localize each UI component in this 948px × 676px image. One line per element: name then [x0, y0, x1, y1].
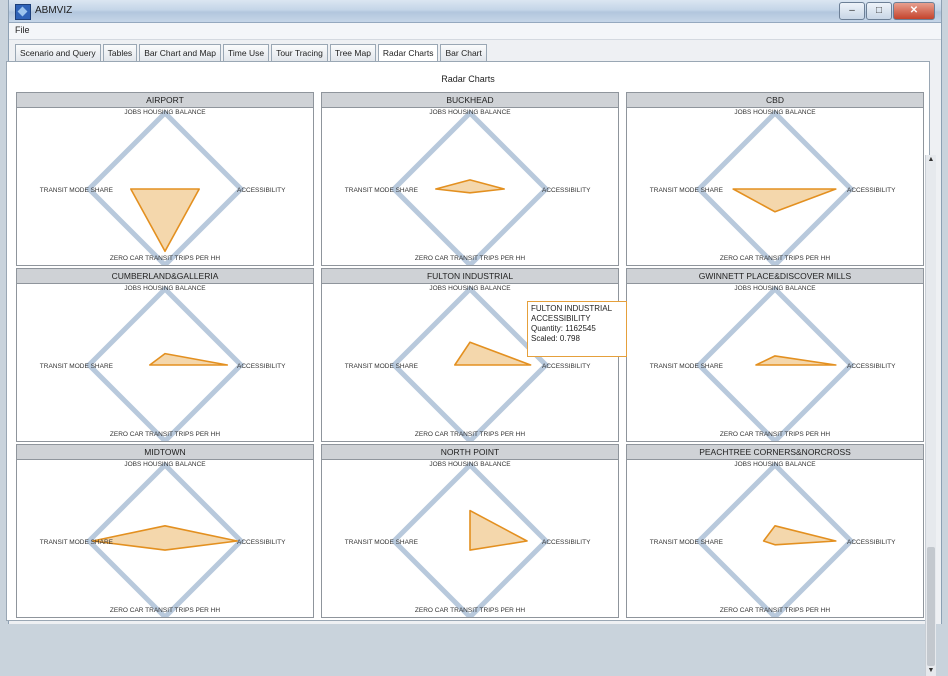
axis-label-jobs-housing-balance: JOBS HOUSING BALANCE — [734, 109, 816, 116]
radar-plot: JOBS HOUSING BALANCE ACCESSIBILITY ZERO CA… — [345, 461, 591, 617]
tab-tree-map[interactable]: Tree Map — [329, 44, 376, 61]
axis-label-zero-car-transit-trips: ZERO CAR TRANSIT TRIPS PER HH — [415, 607, 525, 614]
tooltip-area: FULTON INDUSTRIAL — [531, 304, 613, 313]
radar-data-polygon[interactable] — [92, 525, 238, 551]
axis-label-jobs-housing-balance: JOBS HOUSING BALANCE — [429, 285, 511, 292]
tooltip-scaled: Scaled: 0.798 — [531, 334, 580, 343]
chart-title: NORTH POINT — [322, 445, 618, 460]
axis-label-accessibility: ACCESSIBILITY — [542, 539, 591, 546]
radar-chart-gwinnett-place-discover-mills[interactable]: GWINNETT PLACE&DISCOVER MILLS JOBS HOUSIN… — [626, 268, 924, 442]
chart-title: FULTON INDUSTRIAL — [322, 269, 618, 284]
tab-bar-chart[interactable]: Bar Chart — [440, 44, 487, 61]
axis-label-accessibility: ACCESSIBILITY — [847, 539, 896, 546]
radar-chart-cbd[interactable]: CBD JOBS HOUSING BALANCE ACCESSIBILITY ZERO… — [626, 92, 924, 266]
radar-plot: JOBS HOUSING BALANCE ACCESSIBILITY ZERO CA… — [40, 285, 286, 441]
axis-label-zero-car-transit-trips: ZERO CAR TRANSIT TRIPS PER HH — [415, 431, 525, 438]
close-button[interactable]: ✕ — [893, 2, 935, 20]
axis-label-accessibility: ACCESSIBILITY — [542, 363, 591, 370]
radar-data-polygon[interactable] — [149, 352, 229, 366]
axis-label-zero-car-transit-trips: ZERO CAR TRANSIT TRIPS PER HH — [720, 607, 830, 614]
axis-label-transit-mode-share: TRANSIT MODE SHARE — [40, 539, 114, 546]
chart-title: MIDTOWN — [17, 445, 313, 460]
radar-chart-midtown[interactable]: MIDTOWN JOBS HOUSING BALANCE ACCESSIBILITY… — [16, 444, 314, 618]
radar-chart-airport[interactable]: AIRPORT JOBS HOUSING BALANCE ACCESSIBILITY… — [16, 92, 314, 266]
axis-label-jobs-housing-balance: JOBS HOUSING BALANCE — [124, 285, 206, 292]
app-icon — [15, 4, 31, 20]
page-title: Radar Charts — [441, 74, 495, 84]
window-controls: – □ ✕ — [838, 2, 935, 20]
axis-label-transit-mode-share: TRANSIT MODE SHARE — [650, 363, 724, 370]
radar-chart-north-point[interactable]: NORTH POINT JOBS HOUSING BALANCE ACCESSIBI… — [321, 444, 619, 618]
axis-label-zero-car-transit-trips: ZERO CAR TRANSIT TRIPS PER HH — [110, 255, 220, 262]
axis-label-jobs-housing-balance: JOBS HOUSING BALANCE — [429, 461, 511, 468]
radar-data-polygon[interactable] — [755, 355, 837, 366]
radar-data-polygon[interactable] — [435, 179, 505, 194]
title-bar[interactable]: ABMVIZ – □ ✕ — [9, 0, 941, 23]
tab-tables[interactable]: Tables — [102, 44, 138, 61]
tab-tour-tracing[interactable]: Tour Tracing — [271, 44, 328, 61]
radar-data-polygon[interactable] — [454, 341, 532, 366]
axis-label-zero-car-transit-trips: ZERO CAR TRANSIT TRIPS PER HH — [415, 255, 525, 262]
axis-label-transit-mode-share: TRANSIT MODE SHARE — [345, 187, 419, 194]
axis-label-transit-mode-share: TRANSIT MODE SHARE — [650, 187, 724, 194]
axis-label-jobs-housing-balance: JOBS HOUSING BALANCE — [429, 109, 511, 116]
chart-tooltip: FULTON INDUSTRIAL ACCESSIBILITY Quantity… — [527, 301, 627, 357]
tab-scenario-and-query[interactable]: Scenario and Query — [15, 44, 101, 61]
axis-label-zero-car-transit-trips: ZERO CAR TRANSIT TRIPS PER HH — [720, 431, 830, 438]
axis-label-jobs-housing-balance: JOBS HOUSING BALANCE — [124, 109, 206, 116]
radar-data-polygon[interactable] — [762, 525, 837, 546]
vertical-scrollbar[interactable]: ▲ ▼ — [925, 155, 936, 676]
radar-chart-buckhead[interactable]: BUCKHEAD JOBS HOUSING BALANCE ACCESSIBILIT… — [321, 92, 619, 266]
chart-title: AIRPORT — [17, 93, 313, 108]
radar-plot: JOBS HOUSING BALANCE ACCESSIBILITY ZERO CA… — [650, 461, 896, 617]
tooltip-axis: ACCESSIBILITY — [531, 314, 591, 323]
axis-label-accessibility: ACCESSIBILITY — [542, 187, 591, 194]
scroll-up-arrow-icon[interactable]: ▲ — [926, 155, 936, 165]
radar-plot: JOBS HOUSING BALANCE ACCESSIBILITY ZERO CA… — [40, 461, 286, 617]
axis-label-zero-car-transit-trips: ZERO CAR TRANSIT TRIPS PER HH — [110, 607, 220, 614]
scrollbar-thumb[interactable] — [927, 547, 935, 666]
chart-title: CBD — [627, 93, 923, 108]
axis-label-jobs-housing-balance: JOBS HOUSING BALANCE — [734, 285, 816, 292]
chart-title: GWINNETT PLACE&DISCOVER MILLS — [627, 269, 923, 284]
tab-bar-chart-and-map[interactable]: Bar Chart and Map — [139, 44, 222, 61]
menu-bar: File — [9, 23, 941, 40]
axis-label-accessibility: ACCESSIBILITY — [847, 187, 896, 194]
maximize-button[interactable]: □ — [866, 2, 892, 20]
axis-label-transit-mode-share: TRANSIT MODE SHARE — [345, 539, 419, 546]
axis-label-accessibility: ACCESSIBILITY — [237, 363, 286, 370]
minimize-button[interactable]: – — [839, 2, 865, 20]
tab-time-use[interactable]: Time Use — [223, 44, 270, 61]
radar-plot: JOBS HOUSING BALANCE ACCESSIBILITY ZERO CA… — [650, 285, 896, 441]
axis-label-transit-mode-share: TRANSIT MODE SHARE — [650, 539, 724, 546]
radar-plot: JOBS HOUSING BALANCE ACCESSIBILITY ZERO CA… — [650, 109, 896, 265]
axis-label-transit-mode-share: TRANSIT MODE SHARE — [40, 187, 114, 194]
tab-radar-charts[interactable]: Radar Charts — [377, 44, 439, 62]
tooltip-quantity: Quantity: 1162545 — [531, 324, 596, 333]
scroll-down-arrow-icon[interactable]: ▼ — [926, 666, 936, 676]
chart-title: CUMBERLAND&GALLERIA — [17, 269, 313, 284]
axis-label-jobs-housing-balance: JOBS HOUSING BALANCE — [124, 461, 206, 468]
window-title: ABMVIZ — [35, 5, 73, 16]
menu-file[interactable]: File — [15, 25, 30, 35]
radar-data-polygon[interactable] — [732, 188, 837, 213]
axis-label-zero-car-transit-trips: ZERO CAR TRANSIT TRIPS PER HH — [110, 431, 220, 438]
radar-plot: JOBS HOUSING BALANCE ACCESSIBILITY ZERO CA… — [345, 109, 591, 265]
chart-title: PEACHTREE CORNERS&NORCROSS — [627, 445, 923, 460]
axis-label-transit-mode-share: TRANSIT MODE SHARE — [345, 363, 419, 370]
axis-label-jobs-housing-balance: JOBS HOUSING BALANCE — [734, 461, 816, 468]
axis-label-zero-car-transit-trips: ZERO CAR TRANSIT TRIPS PER HH — [720, 255, 830, 262]
tab-bar: Scenario and Query Tables Bar Chart and … — [15, 44, 489, 62]
axis-label-accessibility: ACCESSIBILITY — [237, 539, 286, 546]
axis-label-accessibility: ACCESSIBILITY — [237, 187, 286, 194]
radar-plot: JOBS HOUSING BALANCE ACCESSIBILITY ZERO CA… — [40, 109, 286, 265]
axis-label-transit-mode-share: TRANSIT MODE SHARE — [40, 363, 114, 370]
radar-chart-peachtree-corners-norcross[interactable]: PEACHTREE CORNERS&NORCROSS JOBS HOUSING B… — [626, 444, 924, 618]
axis-label-accessibility: ACCESSIBILITY — [847, 363, 896, 370]
radar-chart-cumberland-galleria[interactable]: CUMBERLAND&GALLERIA JOBS HOUSING BALANCE A… — [16, 268, 314, 442]
chart-title: BUCKHEAD — [322, 93, 618, 108]
